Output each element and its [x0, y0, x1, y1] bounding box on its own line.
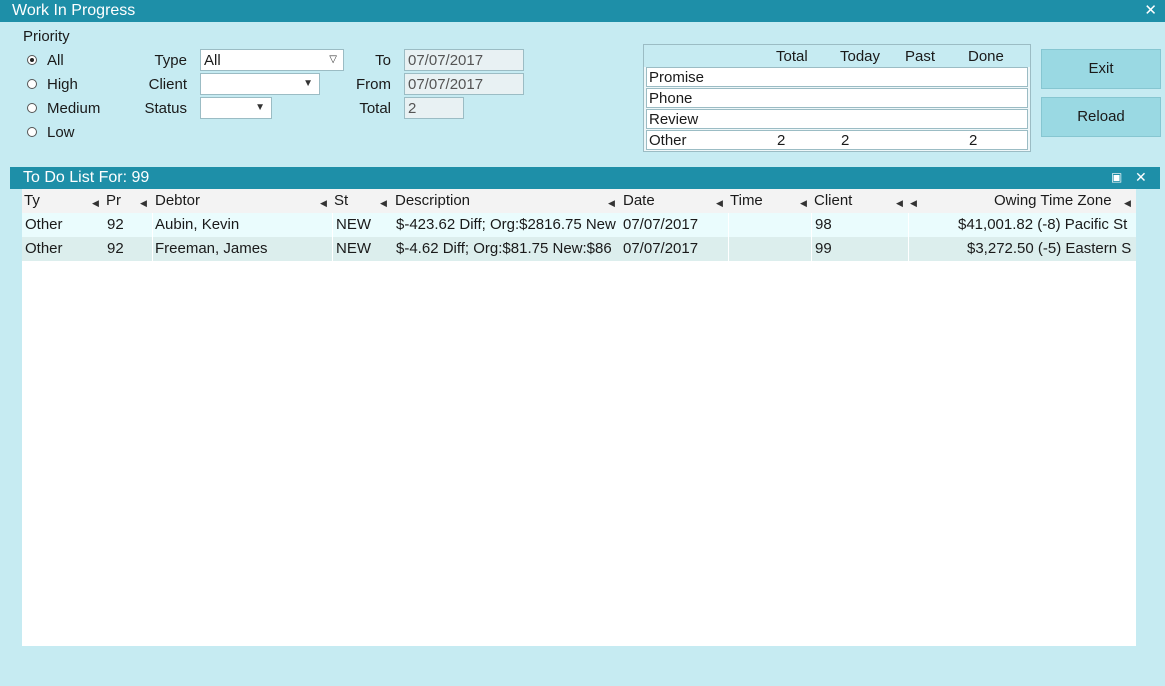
cell-pr: 92 — [107, 240, 124, 257]
sort-arrow-icon[interactable]: ◀ — [92, 198, 99, 209]
exit-button[interactable]: Exit — [1041, 49, 1161, 89]
radio-icon — [27, 79, 37, 89]
priority-radio-medium[interactable]: Medium — [27, 98, 100, 118]
summary-row-name: Promise — [649, 69, 705, 86]
sort-arrow-icon[interactable]: ◀ — [140, 198, 147, 209]
chevron-down-icon: ▽ — [329, 54, 337, 65]
cell-client: 99 — [815, 240, 832, 257]
priority-medium-label: Medium — [47, 99, 101, 117]
radio-icon — [27, 55, 37, 65]
cell-debtor: Freeman, James — [155, 240, 268, 257]
status-label: Status — [144, 100, 187, 117]
summary-row-name: Review — [649, 111, 699, 128]
maximize-icon[interactable]: ▣ — [1111, 170, 1122, 184]
type-label: Type — [154, 52, 187, 69]
total-field: 2 — [404, 97, 464, 119]
summary-row-review: Review — [646, 109, 1028, 129]
todo-titlebar: To Do List For: 99 ▣ ✕ — [10, 167, 1160, 189]
sort-arrow-icon[interactable]: ◀ — [320, 198, 327, 209]
cell-date: 07/07/2017 — [623, 216, 699, 233]
total-value: 2 — [408, 100, 417, 117]
priority-radio-all[interactable]: All — [27, 50, 64, 70]
cell-ty: Other — [25, 240, 63, 257]
radio-icon — [27, 127, 37, 137]
cell-pr: 92 — [107, 216, 124, 233]
todo-title: To Do List For: 99 — [23, 169, 150, 186]
summary-row-other: Other 2 2 2 — [646, 130, 1028, 150]
sort-arrow-icon[interactable]: ◀ — [1124, 198, 1131, 209]
summary-row-name: Other — [649, 132, 687, 149]
todo-grid-header: Ty ◀ Pr ◀ Debtor ◀ St ◀ Description ◀ Da… — [22, 189, 1136, 213]
summary-other-total: 2 — [777, 132, 786, 149]
col-header-time[interactable]: Time — [730, 192, 763, 209]
summary-row-phone: Phone — [646, 88, 1028, 108]
type-select-value: All — [204, 52, 221, 69]
col-header-st[interactable]: St — [334, 192, 348, 209]
cell-description: $-4.62 Diff; Org:$81.75 New:$86 — [396, 240, 612, 257]
summary-header-total: Total — [776, 48, 808, 65]
summary-row-promise: Promise — [646, 67, 1028, 87]
chevron-down-icon: ▼ — [255, 102, 265, 113]
from-date-value: 07/07/2017 — [408, 76, 484, 93]
client-select[interactable]: ▼ — [200, 73, 320, 95]
from-label: From — [356, 76, 391, 93]
priority-low-label: Low — [47, 123, 75, 141]
to-date-value: 07/07/2017 — [408, 52, 484, 69]
cell-description: $-423.62 Diff; Org:$2816.75 New — [396, 216, 616, 233]
reload-button[interactable]: Reload — [1041, 97, 1161, 137]
type-select[interactable]: All ▽ — [200, 49, 344, 71]
sort-arrow-icon[interactable]: ◀ — [380, 198, 387, 209]
sort-arrow-icon[interactable]: ◀ — [896, 198, 903, 209]
priority-all-label: All — [47, 51, 64, 69]
summary-other-done: 2 — [969, 132, 978, 149]
to-date-field[interactable]: 07/07/2017 — [404, 49, 524, 71]
cell-debtor: Aubin, Kevin — [155, 216, 240, 233]
cell-owing-time-zone: $41,001.82 (-8) Pacific St — [958, 216, 1128, 233]
cell-date: 07/07/2017 — [623, 240, 699, 257]
close-icon[interactable]: ✕ — [1144, 1, 1157, 19]
cell-ty: Other — [25, 216, 63, 233]
todo-grid: Ty ◀ Pr ◀ Debtor ◀ St ◀ Description ◀ Da… — [22, 189, 1136, 646]
close-icon[interactable]: ✕ — [1135, 169, 1147, 186]
cell-owing-time-zone: $3,272.50 (-5) Eastern S — [967, 240, 1132, 257]
summary-other-today: 2 — [841, 132, 850, 149]
summary-header: Total Today Past Done — [644, 45, 1030, 67]
sort-arrow-icon[interactable]: ◀ — [716, 198, 723, 209]
total-label: Total — [359, 100, 391, 117]
priority-radio-low[interactable]: Low — [27, 122, 75, 142]
col-header-description[interactable]: Description — [395, 192, 470, 209]
sort-arrow-icon[interactable]: ◀ — [800, 198, 807, 209]
window-titlebar: Work In Progress ✕ — [0, 0, 1165, 22]
col-header-debtor[interactable]: Debtor — [155, 192, 200, 209]
cell-st: NEW — [336, 216, 371, 233]
sort-arrow-icon[interactable]: ◀ — [910, 198, 917, 209]
summary-header-past: Past — [905, 48, 936, 65]
col-header-owing-time-zone[interactable]: Owing Time Zone — [994, 192, 1112, 209]
col-header-client[interactable]: Client — [814, 192, 852, 209]
priority-radio-high[interactable]: High — [27, 74, 78, 94]
table-row[interactable]: Other 92 Aubin, Kevin NEW $-423.62 Diff;… — [22, 213, 1136, 237]
priority-high-label: High — [47, 75, 78, 93]
col-header-date[interactable]: Date — [623, 192, 655, 209]
summary-row-name: Phone — [649, 90, 693, 107]
priority-label: Priority — [23, 28, 70, 45]
summary-header-done: Done — [968, 48, 1004, 65]
radio-icon — [27, 103, 37, 113]
col-header-ty[interactable]: Ty — [24, 192, 40, 209]
table-row[interactable]: Other 92 Freeman, James NEW $-4.62 Diff;… — [22, 237, 1136, 261]
cell-st: NEW — [336, 240, 371, 257]
client-label: Client — [148, 76, 187, 93]
from-date-field[interactable]: 07/07/2017 — [404, 73, 524, 95]
col-header-pr[interactable]: Pr — [106, 192, 121, 209]
chevron-down-icon: ▼ — [303, 78, 313, 89]
cell-client: 98 — [815, 216, 832, 233]
status-select[interactable]: ▼ — [200, 97, 272, 119]
window-title: Work In Progress — [12, 2, 136, 19]
summary-table: Total Today Past Done Promise Phone Revi… — [643, 44, 1031, 152]
summary-header-today: Today — [840, 48, 881, 65]
to-label: To — [375, 52, 391, 69]
sort-arrow-icon[interactable]: ◀ — [608, 198, 615, 209]
